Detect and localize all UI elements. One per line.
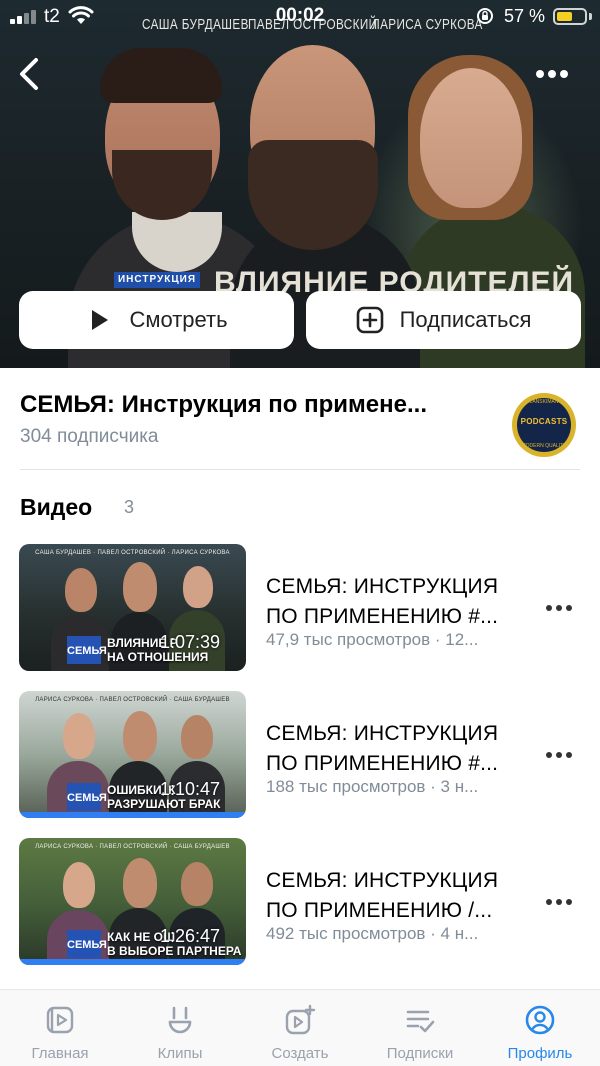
- video-thumbnail[interactable]: ЛАРИСА СУРКОВА · ПАВЕЛ ОСТРОВСКИЙ · САША…: [19, 838, 246, 965]
- tab-create[interactable]: Создать: [240, 990, 360, 1066]
- thumbnail-tag: СЕМЬЯ: [67, 636, 107, 664]
- subscriptions-icon: [406, 1010, 435, 1033]
- watch-progress: [19, 812, 246, 818]
- video-duration: 1:07:39: [159, 632, 220, 652]
- tab-label: Создать: [271, 1045, 329, 1062]
- tab-label: Клипы: [157, 1045, 203, 1062]
- channel-avatar[interactable]: LANSKIMAN PODCASTS MODERN QUALITY: [512, 393, 576, 457]
- video-more-icon[interactable]: [544, 602, 574, 614]
- video-more-icon[interactable]: [544, 896, 574, 908]
- thumbnail-tag: СЕМЬЯ: [67, 783, 107, 811]
- video-list-item[interactable]: ЛАРИСА СУРКОВА · ПАВЕЛ ОСТРОВСКИЙ · САША…: [0, 691, 600, 819]
- avatar-top-text: LANSKIMAN: [529, 399, 559, 405]
- video-meta: 188 тыс просмотров · 3 н...: [266, 777, 479, 796]
- subscriber-count: 304 подписчика: [20, 426, 159, 447]
- watch-button-label: Смотреть: [129, 307, 228, 332]
- profile-icon: [525, 1005, 555, 1035]
- tab-subscriptions[interactable]: Подписки: [360, 990, 480, 1066]
- battery-icon: [553, 8, 587, 25]
- tab-home[interactable]: Главная: [0, 990, 120, 1066]
- channel-title: СЕМЬЯ: Инструкция по примене...: [20, 391, 427, 418]
- video-title[interactable]: СЕМЬЯ: ИНСТРУКЦИЯ ПО ПРИМЕНЕНИЮ /...: [266, 866, 526, 926]
- thumbnail-names: ЛАРИСА СУРКОВА · ПАВЕЛ ОСТРОВСКИЙ · САША…: [35, 697, 230, 703]
- videos-count: 3: [124, 497, 135, 517]
- video-library-icon: [46, 1006, 74, 1034]
- bottom-tab-bar: Главная Клипы Создать Подписки Профиль: [0, 989, 600, 1066]
- subscribe-button-label: Подписаться: [399, 307, 532, 332]
- play-icon: [92, 310, 109, 330]
- tab-profile[interactable]: Профиль: [480, 990, 600, 1066]
- more-options-icon[interactable]: [532, 62, 572, 86]
- videos-section-title[interactable]: Видео: [20, 494, 92, 521]
- watch-button[interactable]: Смотреть: [19, 291, 294, 349]
- cover-tag: ИНСТРУКЦИЯ: [114, 272, 200, 288]
- video-title[interactable]: СЕМЬЯ: ИНСТРУКЦИЯ ПО ПРИМЕНЕНИЮ #...: [266, 572, 526, 632]
- thumbnail-names: САША БУРДАШЕВ · ПАВЕЛ ОСТРОВСКИЙ · ЛАРИС…: [35, 550, 230, 556]
- watch-progress: [19, 959, 246, 965]
- add-square-icon: [356, 306, 383, 334]
- clips-icon: [168, 1006, 192, 1034]
- video-thumbnail[interactable]: САША БУРДАШЕВ · ПАВЕЛ ОСТРОВСКИЙ · ЛАРИС…: [19, 544, 246, 671]
- status-bar: t2 00:02 57 %: [0, 0, 600, 34]
- tab-label: Подписки: [386, 1045, 454, 1062]
- tab-clips[interactable]: Клипы: [120, 990, 240, 1066]
- tab-label: Главная: [31, 1045, 89, 1062]
- video-meta: 492 тыс просмотров · 4 н...: [266, 924, 479, 943]
- create-video-icon: [285, 1004, 316, 1035]
- divider: [20, 469, 580, 470]
- video-more-icon[interactable]: [544, 749, 574, 761]
- avatar-bottom-text: MODERN QUALITY: [521, 443, 567, 449]
- video-list-item[interactable]: ЛАРИСА СУРКОВА · ПАВЕЛ ОСТРОВСКИЙ · САША…: [0, 838, 600, 966]
- channel-cover: САША БУРДАШЕВ ПАВЕЛ ОСТРОВСКИЙ ЛАРИСА СУ…: [0, 0, 600, 368]
- tab-label: Профиль: [507, 1045, 573, 1062]
- video-meta: 47,9 тыс просмотров · 12...: [266, 630, 479, 649]
- battery-level: [557, 12, 572, 21]
- thumbnail-names: ЛАРИСА СУРКОВА · ПАВЕЛ ОСТРОВСКИЙ · САША…: [35, 844, 230, 850]
- thumbnail-tag: СЕМЬЯ: [67, 930, 107, 958]
- video-duration: 1:26:47: [159, 926, 220, 946]
- video-title[interactable]: СЕМЬЯ: ИНСТРУКЦИЯ ПО ПРИМЕНЕНИЮ #...: [266, 719, 526, 779]
- back-chevron-icon[interactable]: [12, 52, 48, 96]
- video-thumbnail[interactable]: ЛАРИСА СУРКОВА · ПАВЕЛ ОСТРОВСКИЙ · САША…: [19, 691, 246, 818]
- subscribe-button[interactable]: Подписаться: [306, 291, 581, 349]
- avatar-center-text: PODCASTS: [520, 417, 568, 426]
- video-list-item[interactable]: САША БУРДАШЕВ · ПАВЕЛ ОСТРОВСКИЙ · ЛАРИС…: [0, 544, 600, 672]
- battery-percentage: 57 %: [504, 6, 546, 26]
- video-duration: 1:10:47: [159, 779, 220, 799]
- orientation-lock-icon: [477, 8, 493, 24]
